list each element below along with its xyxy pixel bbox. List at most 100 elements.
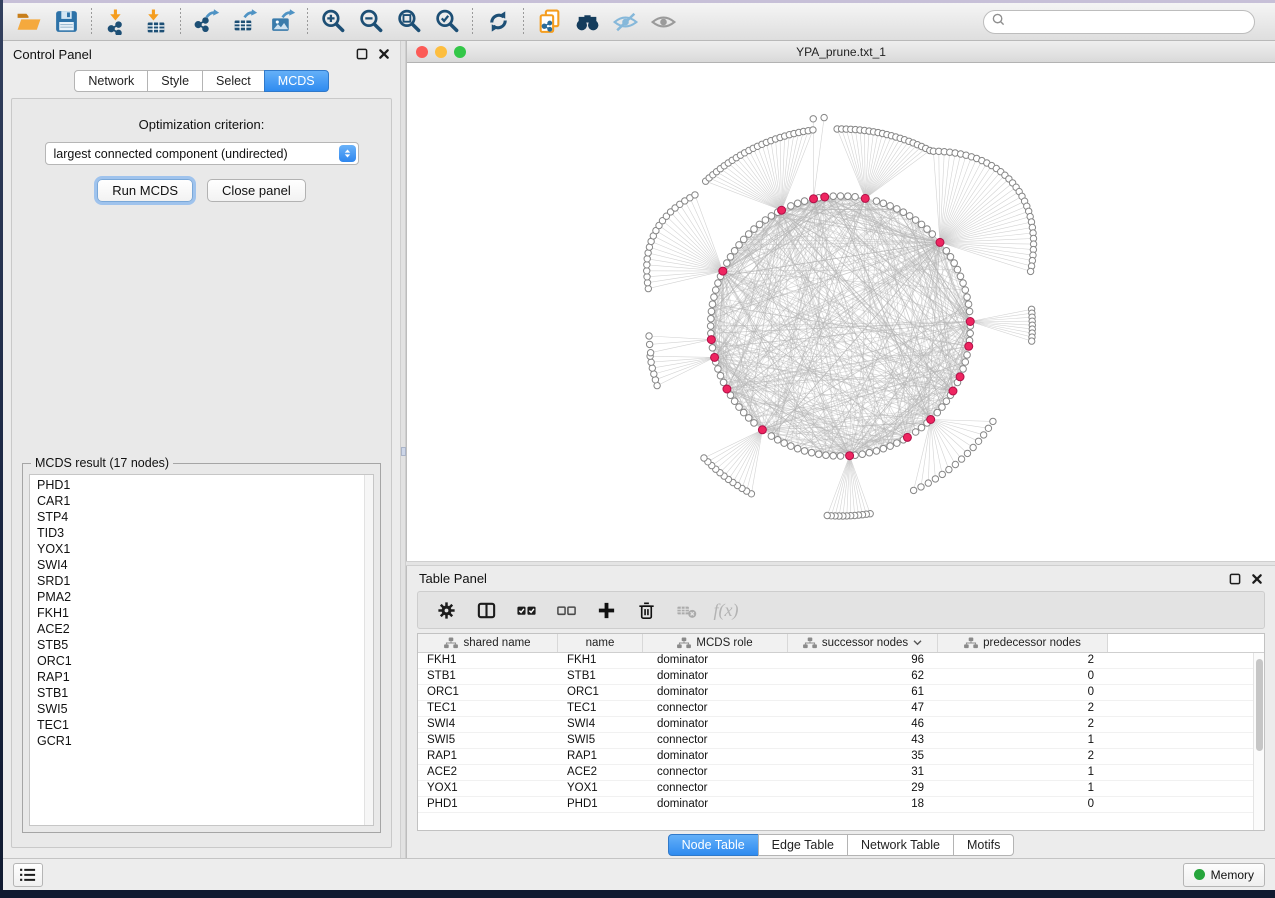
add-column-icon[interactable]	[588, 595, 624, 625]
result-list-scrollbar[interactable]	[364, 475, 373, 825]
tab-network-table[interactable]: Network Table	[847, 834, 954, 856]
cell-name: STB1	[558, 669, 643, 684]
float-table-panel-icon[interactable]	[1228, 572, 1241, 585]
save-icon[interactable]	[47, 6, 85, 38]
network-window-titlebar[interactable]: YPA_prune.txt_1	[407, 41, 1275, 63]
mcds-result-item[interactable]: STB5	[37, 637, 373, 653]
network-window-title: YPA_prune.txt_1	[407, 45, 1275, 59]
cell-shared-name: YOX1	[418, 781, 558, 796]
memory-button[interactable]: Memory	[1183, 863, 1265, 887]
table-row[interactable]: STB1STB1dominator620	[418, 669, 1264, 685]
mcds-result-item[interactable]: CAR1	[37, 493, 373, 509]
table-scrollbar-thumb[interactable]	[1256, 659, 1263, 751]
export-table-icon[interactable]	[225, 6, 263, 38]
toolbar-separator	[472, 8, 473, 36]
mcds-result-item[interactable]: ACE2	[37, 621, 373, 637]
tab-node-table[interactable]: Node Table	[668, 834, 759, 856]
close-table-panel-icon[interactable]	[1250, 572, 1263, 585]
duplicate-network-icon[interactable]	[530, 6, 568, 38]
search-icon	[992, 13, 1011, 31]
mcds-result-item[interactable]: FKH1	[37, 605, 373, 621]
cell-name: PHD1	[558, 797, 643, 812]
cell-shared-name: STB1	[418, 669, 558, 684]
close-panel-icon[interactable]	[377, 48, 390, 61]
deselect-all-icon[interactable]	[548, 595, 584, 625]
column-header-name[interactable]: name	[558, 634, 643, 652]
column-header-MCDS-role[interactable]: MCDS role	[643, 634, 788, 652]
split-panel-icon[interactable]	[468, 595, 504, 625]
mcds-result-item[interactable]: ORC1	[37, 653, 373, 669]
table-row[interactable]: ACE2ACE2connector311	[418, 765, 1264, 781]
column-header-predecessor-nodes[interactable]: predecessor nodes	[938, 634, 1108, 652]
float-panel-icon[interactable]	[355, 48, 368, 61]
mcds-result-item[interactable]: STB1	[37, 685, 373, 701]
cell-successor-nodes: 47	[788, 701, 938, 716]
table-row[interactable]: RAP1RAP1dominator352	[418, 749, 1264, 765]
search-box[interactable]	[983, 10, 1255, 34]
toolbar-separator	[523, 8, 524, 36]
tab-select[interactable]: Select	[202, 70, 265, 92]
tab-style[interactable]: Style	[147, 70, 203, 92]
delete-column-icon[interactable]	[628, 595, 664, 625]
tab-mcds[interactable]: MCDS	[264, 70, 329, 92]
open-file-icon[interactable]	[9, 6, 47, 38]
tab-motifs[interactable]: Motifs	[953, 834, 1014, 856]
window-minimize-icon[interactable]	[435, 46, 447, 58]
cell-successor-nodes: 62	[788, 669, 938, 684]
refresh-icon[interactable]	[479, 6, 517, 38]
table-row[interactable]: ORC1ORC1dominator610	[418, 685, 1264, 701]
mcds-result-item[interactable]: YOX1	[37, 541, 373, 557]
export-image-icon[interactable]	[263, 6, 301, 38]
gear-icon[interactable]	[428, 595, 464, 625]
function-builder-icon: f(x)	[708, 595, 744, 625]
import-table-icon[interactable]	[136, 6, 174, 38]
tab-edge-table[interactable]: Edge Table	[758, 834, 848, 856]
mcds-result-item[interactable]: GCR1	[37, 733, 373, 749]
hide-selected-icon[interactable]	[606, 6, 644, 38]
tab-network[interactable]: Network	[74, 70, 148, 92]
zoom-fit-icon[interactable]	[390, 6, 428, 38]
cell-shared-name: SWI4	[418, 717, 558, 732]
mcds-result-item[interactable]: PHD1	[37, 477, 373, 493]
table-row[interactable]: FKH1FKH1dominator962	[418, 653, 1264, 669]
close-panel-button[interactable]: Close panel	[207, 179, 306, 202]
zoom-selected-icon[interactable]	[428, 6, 466, 38]
mcds-result-item[interactable]: RAP1	[37, 669, 373, 685]
cell-successor-nodes: 31	[788, 765, 938, 780]
mcds-result-item[interactable]: TEC1	[37, 717, 373, 733]
window-zoom-icon[interactable]	[454, 46, 466, 58]
table-row[interactable]: YOX1YOX1connector291	[418, 781, 1264, 797]
import-network-icon[interactable]	[98, 6, 136, 38]
table-row[interactable]: TEC1TEC1connector472	[418, 701, 1264, 717]
splitter-grab-icon[interactable]	[401, 447, 406, 456]
column-header-shared-name[interactable]: shared name	[418, 634, 558, 652]
optimization-criterion-select[interactable]: largest connected component (undirected)	[45, 142, 359, 165]
table-row[interactable]: PHD1PHD1dominator180	[418, 797, 1264, 813]
mcds-result-item[interactable]: SRD1	[37, 573, 373, 589]
mcds-result-item[interactable]: PMA2	[37, 589, 373, 605]
mcds-result-item[interactable]: STP4	[37, 509, 373, 525]
table-row[interactable]: SWI5SWI5connector431	[418, 733, 1264, 749]
search-input[interactable]	[1011, 15, 1246, 29]
run-mcds-button[interactable]: Run MCDS	[97, 179, 193, 202]
select-all-icon[interactable]	[508, 595, 544, 625]
attribute-type-icon	[444, 637, 458, 649]
mcds-result-list[interactable]: PHD1CAR1STP4TID3YOX1SWI4SRD1PMA2FKH1ACE2…	[29, 474, 374, 826]
cell-MCDS-role: dominator	[643, 653, 788, 668]
zoom-out-icon[interactable]	[352, 6, 390, 38]
cell-predecessor-nodes: 1	[938, 733, 1108, 748]
show-all-icon[interactable]	[644, 6, 682, 38]
panel-menu-icon[interactable]	[13, 863, 43, 887]
vertical-splitter[interactable]	[400, 41, 406, 858]
mcds-result-item[interactable]: SWI5	[37, 701, 373, 717]
zoom-in-icon[interactable]	[314, 6, 352, 38]
window-close-icon[interactable]	[416, 46, 428, 58]
table-scrollbar[interactable]	[1253, 653, 1264, 830]
search-network-icon[interactable]	[568, 6, 606, 38]
mcds-result-item[interactable]: SWI4	[37, 557, 373, 573]
column-header-successor-nodes[interactable]: successor nodes	[788, 634, 938, 652]
network-canvas[interactable]	[407, 63, 1275, 561]
export-network-icon[interactable]	[187, 6, 225, 38]
mcds-result-item[interactable]: TID3	[37, 525, 373, 541]
table-row[interactable]: SWI4SWI4dominator462	[418, 717, 1264, 733]
